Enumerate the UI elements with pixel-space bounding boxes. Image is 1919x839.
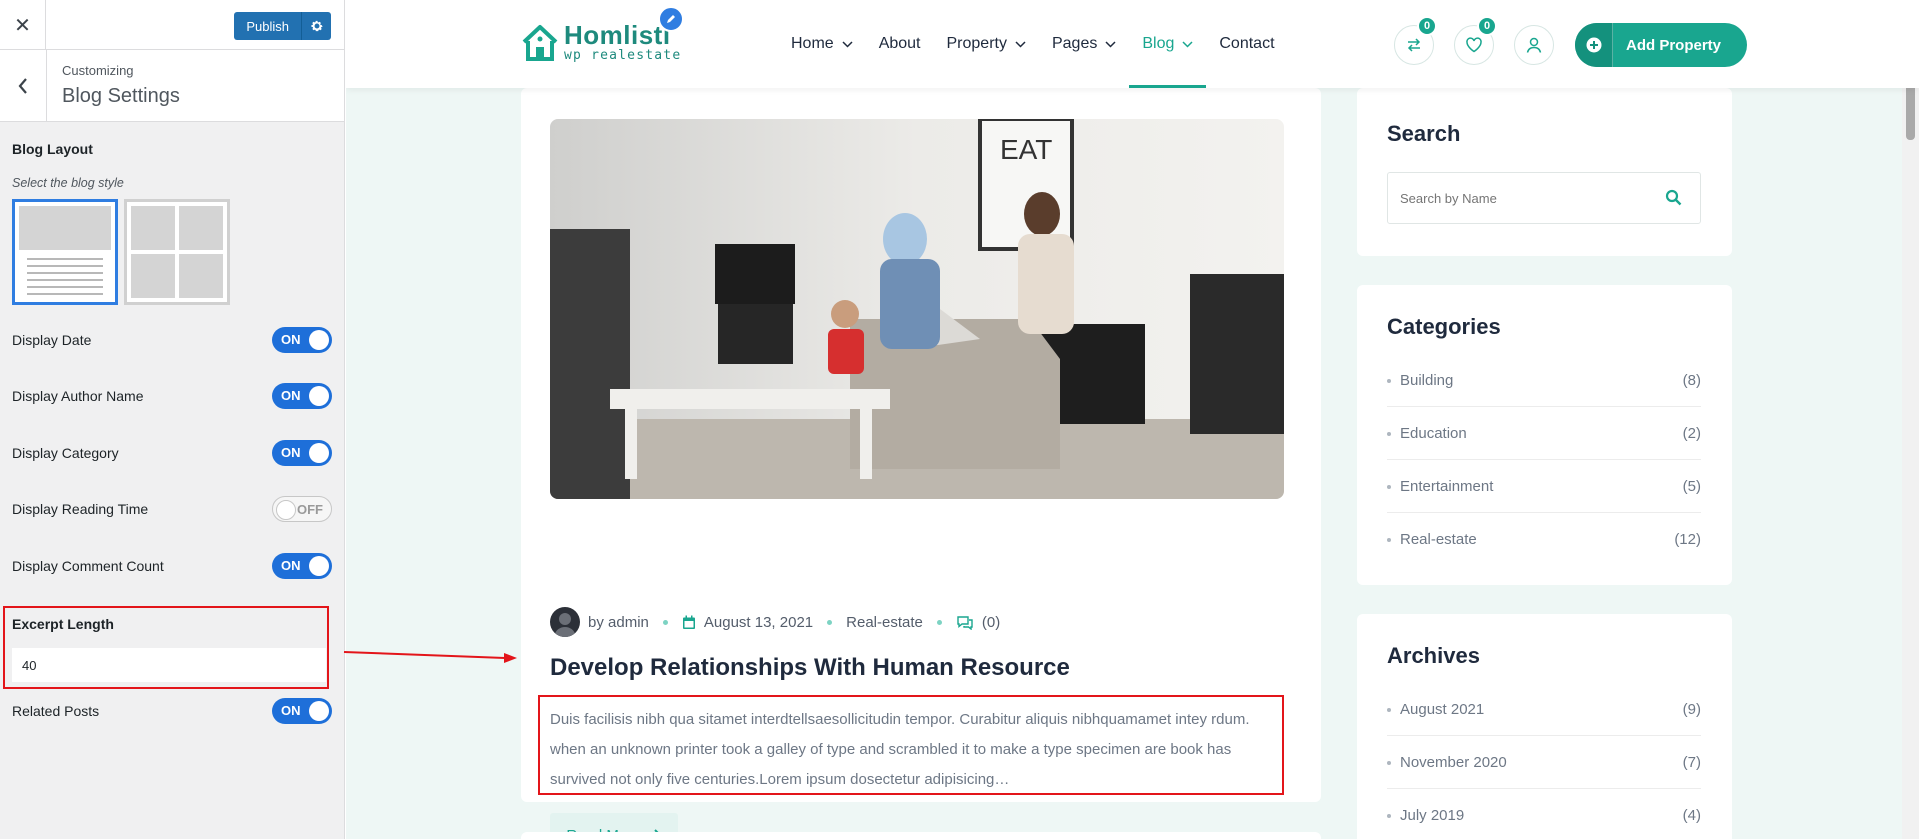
display-category-toggle[interactable]: ON	[272, 440, 332, 466]
display-date-toggle[interactable]: ON	[272, 327, 332, 353]
comments-icon	[957, 615, 973, 630]
post-title[interactable]: Develop Relationships With Human Resourc…	[550, 654, 1070, 682]
customizer-section-header: Customizing Blog Settings	[0, 50, 344, 122]
nav-item-contact[interactable]: Contact	[1206, 0, 1287, 88]
toggle-label: Display Reading Time	[12, 501, 149, 517]
breadcrumb: Customizing	[62, 63, 134, 78]
excerpt-length-input[interactable]	[12, 648, 326, 682]
add-property-button[interactable]: Add Property	[1575, 23, 1747, 67]
close-icon[interactable]: ✕	[0, 0, 46, 50]
search-icon[interactable]	[1665, 189, 1682, 211]
blog-layout-label: Blog Layout	[12, 141, 93, 157]
heart-icon	[1466, 37, 1482, 53]
blog-layout-desc: Select the blog style	[12, 176, 124, 190]
nav-item-about[interactable]: About	[866, 0, 934, 88]
related-posts-toggle[interactable]: ON	[272, 698, 332, 724]
toggle-label: Display Category	[12, 445, 119, 461]
search-box	[1387, 172, 1701, 224]
customizer-panel: ✕ Publish Customizing Blog Settings Blog…	[0, 0, 345, 839]
site-header: Homlisti wp realestate Home About Proper…	[346, 0, 1919, 88]
chevron-down-icon	[1182, 40, 1193, 48]
section-title: Blog Settings	[62, 85, 180, 107]
site-logo[interactable]: Homlisti wp realestate	[520, 22, 681, 64]
archive-item[interactable]: November 2020 (7)	[1387, 736, 1701, 789]
site-preview: Homlisti wp realestate Home About Proper…	[346, 0, 1919, 839]
categories-widget-title: Categories	[1387, 314, 1501, 339]
chevron-down-icon	[1015, 40, 1026, 48]
chevron-down-icon	[842, 40, 853, 48]
toggle-label: Related Posts	[12, 703, 100, 719]
post-author[interactable]: by admin	[588, 614, 649, 631]
archives-widget: Archives August 2021 (9) November 2020 (7)…	[1357, 614, 1732, 839]
reading-time-toggle[interactable]: OFF	[272, 496, 332, 522]
calendar-icon	[682, 615, 695, 629]
toggle-row-comment-count: Display Comment Count ON	[12, 552, 332, 580]
next-post-card	[521, 832, 1321, 839]
publish-button[interactable]: Publish	[234, 12, 301, 40]
house-logo-icon	[522, 25, 558, 61]
favorites-count-badge: 0	[1477, 16, 1497, 36]
search-widget-title: Search	[1387, 121, 1461, 146]
plus-circle-icon	[1575, 23, 1613, 67]
toggle-row-related-posts: Related Posts ON	[12, 697, 332, 725]
nav-item-pages[interactable]: Pages	[1039, 0, 1129, 88]
layout-option-grid[interactable]	[124, 199, 230, 305]
toggle-label: Display Comment Count	[12, 558, 164, 574]
post-excerpt: Duis facilisis nibh qua sitamet interdte…	[538, 695, 1284, 795]
edit-pencil-icon[interactable]	[658, 6, 684, 32]
publish-group: Publish	[234, 12, 331, 40]
page-scrollbar[interactable]	[1902, 0, 1919, 839]
display-author-toggle[interactable]: ON	[272, 383, 332, 409]
toggle-row-display-category: Display Category ON	[12, 439, 332, 467]
post-category[interactable]: Real-estate	[846, 614, 923, 631]
separator-dot	[827, 619, 833, 625]
back-arrow-icon[interactable]	[0, 50, 47, 122]
account-button[interactable]	[1514, 25, 1554, 65]
separator-dot	[662, 619, 668, 625]
layout-option-list[interactable]	[12, 199, 118, 305]
search-input[interactable]	[1388, 173, 1648, 223]
compare-arrows-icon	[1407, 38, 1421, 52]
post-featured-image[interactable]: EAT	[550, 119, 1284, 499]
toggle-row-display-author: Display Author Name ON	[12, 382, 332, 410]
post-meta: by admin August 13, 2021 Real-estate (0)	[550, 607, 1000, 637]
archive-item[interactable]: August 2021 (9)	[1387, 683, 1701, 736]
post-card: EAT by admin August 13, 2021 Real-estate…	[521, 88, 1321, 839]
main-nav: Home About Property Pages Blog Contact	[778, 0, 1288, 88]
archive-item[interactable]: July 2019 (4)	[1387, 789, 1701, 839]
post-date[interactable]: August 13, 2021	[704, 614, 813, 631]
toggle-row-reading-time: Display Reading Time OFF	[12, 495, 332, 523]
comment-count-toggle[interactable]: ON	[272, 553, 332, 579]
avatar[interactable]	[550, 607, 580, 637]
nav-item-home[interactable]: Home	[778, 0, 866, 88]
logo-tagline: wp realestate	[564, 48, 682, 63]
compare-button[interactable]: 0	[1394, 16, 1437, 65]
post-comment-count[interactable]: (0)	[982, 614, 1000, 631]
toggle-label: Display Date	[12, 332, 92, 348]
nav-item-blog[interactable]: Blog	[1129, 0, 1207, 88]
user-icon	[1526, 37, 1542, 53]
nav-item-property[interactable]: Property	[934, 0, 1039, 88]
compare-count-badge: 0	[1417, 16, 1437, 36]
archives-widget-title: Archives	[1387, 643, 1480, 668]
toggle-label: Display Author Name	[12, 388, 144, 404]
gear-icon[interactable]	[301, 12, 331, 40]
excerpt-length-label: Excerpt Length	[12, 616, 114, 632]
categories-widget: Categories Building (8) Education (2) Ente…	[1357, 285, 1732, 585]
category-item[interactable]: Education (2)	[1387, 407, 1701, 460]
customizer-header: ✕ Publish	[0, 0, 344, 50]
category-item[interactable]: Real-estate (12)	[1387, 513, 1701, 566]
chevron-down-icon	[1105, 40, 1116, 48]
toggle-row-display-date: Display Date ON	[12, 326, 332, 354]
layout-options	[12, 199, 230, 305]
category-item[interactable]: Building (8)	[1387, 354, 1701, 407]
svg-text:EAT: EAT	[1000, 134, 1052, 165]
search-widget: Search	[1357, 88, 1732, 256]
favorites-button[interactable]: 0	[1454, 16, 1497, 65]
separator-dot	[936, 619, 942, 625]
category-item[interactable]: Entertainment (5)	[1387, 460, 1701, 513]
